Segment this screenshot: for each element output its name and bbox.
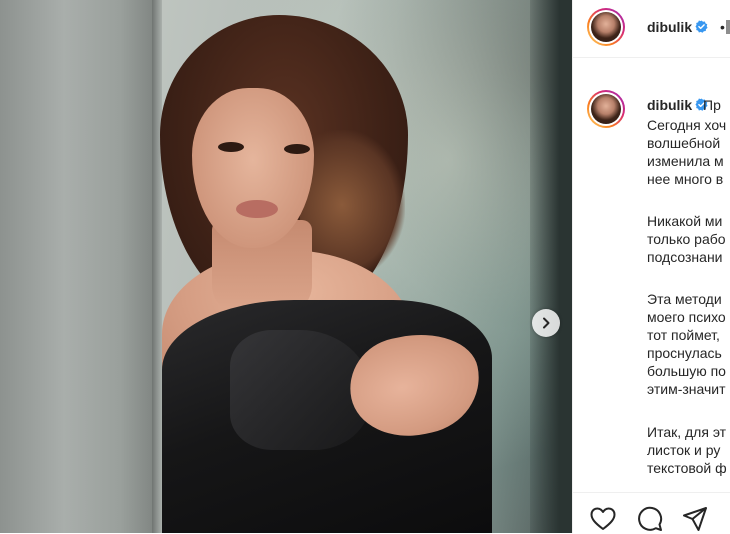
caption-line: большую по (647, 363, 726, 379)
pillar-edge (152, 0, 162, 533)
comment-icon[interactable] (636, 505, 664, 533)
right-eye (284, 144, 310, 154)
caption-line: Пр (703, 97, 721, 113)
caption-line: текстовой ф (647, 460, 727, 476)
caption-line: волшебной (647, 135, 721, 151)
chevron-right-icon (543, 317, 550, 329)
header-username[interactable]: dibulik (647, 19, 708, 35)
caption-line: только рабо (647, 231, 726, 247)
caption-line: нее много в (647, 171, 724, 187)
background-shadow (530, 0, 572, 533)
caption-line: подсознани (647, 249, 723, 265)
post-header: dibulik • (573, 0, 730, 58)
share-icon[interactable] (681, 505, 709, 533)
caption-username[interactable]: dibulik (647, 97, 708, 113)
header-separator: • (720, 19, 725, 35)
verified-badge-icon (695, 20, 708, 33)
lips (236, 200, 278, 218)
avatar-image (591, 94, 621, 124)
caption-avatar[interactable] (587, 90, 625, 128)
caption-line: моего психо (647, 309, 726, 325)
jacket-fold (230, 330, 370, 450)
header-username-text[interactable]: dibulik (647, 19, 692, 35)
left-eye (218, 142, 244, 152)
next-photo-button[interactable] (532, 309, 560, 337)
header-avatar[interactable] (587, 8, 625, 46)
caption-line: этим-значит (647, 381, 726, 397)
caption-line: листок и ру (647, 442, 721, 458)
caption-line: тот поймет, (647, 327, 720, 343)
caption-line: проснулась (647, 345, 722, 361)
action-bar (573, 492, 730, 534)
follow-button-edge[interactable] (726, 20, 730, 34)
avatar-image (591, 12, 621, 42)
caption-line: Сегодня хоч (647, 117, 727, 133)
concrete-pillar (0, 0, 160, 533)
post-side-panel: dibulik • dibulik Пр Сегодня хоч волшебн… (572, 0, 730, 533)
caption-line: Эта методи (647, 291, 722, 307)
caption-line: изменила м (647, 153, 724, 169)
caption-username-text[interactable]: dibulik (647, 97, 692, 113)
post-photo[interactable] (0, 0, 572, 533)
caption-line: Итак, для эт (647, 424, 727, 440)
caption-line: Никакой ми (647, 213, 723, 229)
heart-icon[interactable] (589, 505, 617, 533)
